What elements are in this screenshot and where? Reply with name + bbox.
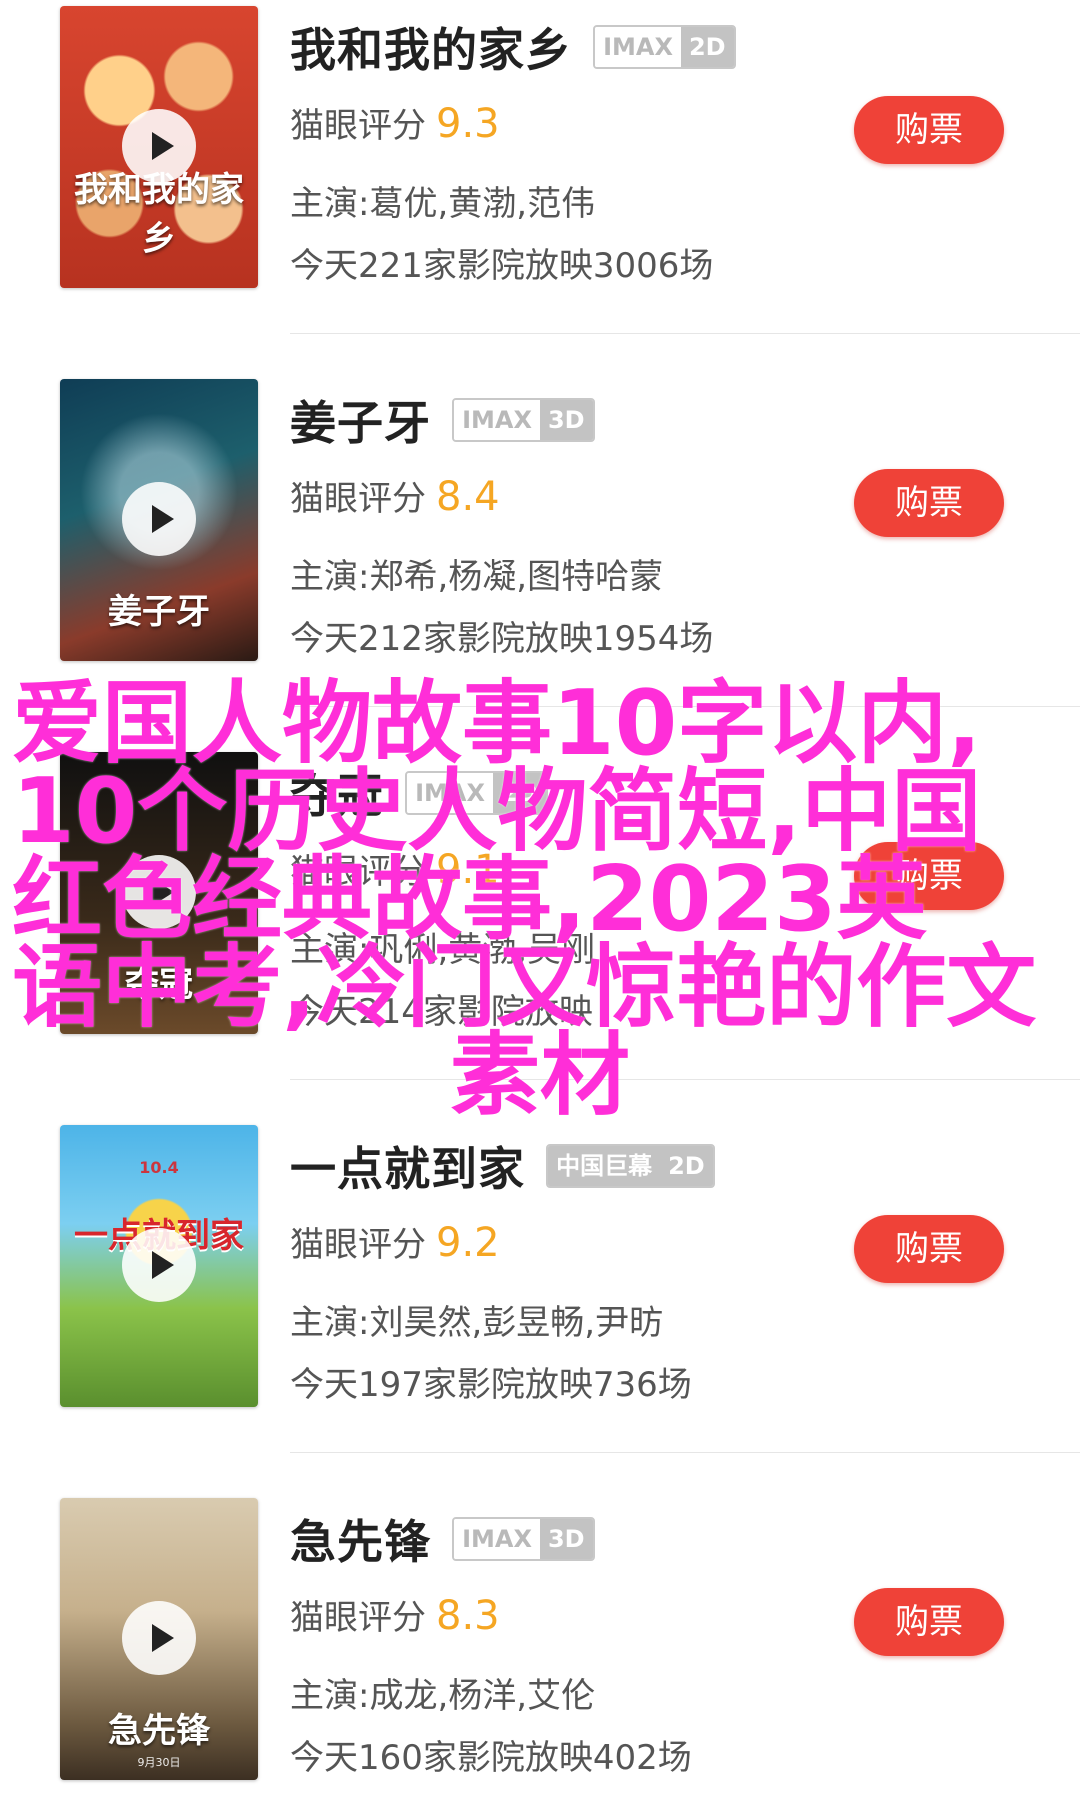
- schedule: 今天212家影院放映1954场: [290, 619, 714, 659]
- overlay-line: 红色经典故事,2023英: [12, 847, 927, 952]
- movie-poster[interactable]: 我和我的家乡: [60, 6, 258, 288]
- score-row: 猫眼评分 8.4: [290, 471, 500, 520]
- actors: 主演:刘昊然,彭昱畅,尹昉: [290, 1303, 664, 1343]
- movie-item[interactable]: 我和我的家乡 我和我的家乡 IMAX 2D 猫眼评分 9.3 主演:葛优,黄渤,范伟…: [0, 0, 1080, 373]
- movie-item[interactable]: 急先锋 9月30日 急先锋 IMAX 3D 猫眼评分 8.3 主演:成龙,杨洋,艾伦…: [0, 1492, 1080, 1793]
- score-label: 猫眼评分: [290, 479, 426, 519]
- movie-title: 我和我的家乡: [290, 23, 572, 77]
- buy-ticket-button[interactable]: 购票: [854, 1588, 1004, 1656]
- poster-title: 急先锋: [108, 1711, 210, 1751]
- score-label: 猫眼评分: [290, 1598, 426, 1638]
- format-badge: IMAX 3D: [452, 1517, 595, 1561]
- poster-date: 9月30日: [137, 1756, 181, 1769]
- format-badge: IMAX 2D: [593, 25, 736, 69]
- movie-title: 急先锋: [290, 1515, 431, 1569]
- overlay-headline: 爱国人物故事10字以内, 10个历史人物简短,中国 红色经典故事,2023英 语…: [0, 671, 1080, 1128]
- score-value: 9.2: [436, 1220, 500, 1266]
- overlay-line: 语中考,冷门又惊艳的作文: [12, 935, 1037, 1040]
- format-badge: IMAX 3D: [452, 398, 595, 442]
- score-label: 猫眼评分: [290, 1225, 426, 1265]
- buy-ticket-button[interactable]: 购票: [854, 1215, 1004, 1283]
- divider: [290, 333, 1080, 334]
- schedule: 今天160家影院放映402场: [290, 1738, 692, 1778]
- movie-title: 姜子牙: [290, 396, 431, 450]
- title-row: 一点就到家 中国巨幕 2D: [290, 1133, 715, 1196]
- overlay-line: 素材: [450, 1023, 630, 1128]
- play-icon[interactable]: [122, 109, 196, 183]
- divider: [290, 1452, 1080, 1453]
- poster-date: 10.4: [139, 1158, 179, 1177]
- score-value: 8.4: [436, 474, 500, 520]
- title-row: 姜子牙 IMAX 3D: [290, 387, 595, 450]
- buy-ticket-button[interactable]: 购票: [854, 96, 1004, 164]
- actors: 主演:成龙,杨洋,艾伦: [290, 1676, 596, 1716]
- score-label: 猫眼评分: [290, 106, 426, 146]
- actors: 主演:葛优,黄渤,范伟: [290, 184, 596, 224]
- schedule: 今天221家影院放映3006场: [290, 246, 714, 286]
- score-value: 8.3: [436, 1593, 500, 1639]
- overlay-line: 爱国人物故事10字以内,: [12, 671, 982, 776]
- poster-title: 姜子牙: [108, 592, 210, 632]
- movie-item[interactable]: 一点就到家 10.4 一点就到家 中国巨幕2D 猫眼评分9.2 主演:刘昊然,彭…: [0, 1119, 1080, 1492]
- score-value: 9.3: [436, 101, 500, 147]
- overlay-line: 10个历史人物简短,中国: [12, 759, 982, 864]
- score-row: 猫眼评分 8.3: [290, 1590, 500, 1639]
- score-row: 猫眼评分 9.3: [290, 98, 500, 147]
- format-badge: 中国巨幕 2D: [546, 1144, 715, 1188]
- movie-poster[interactable]: 一点就到家 10.4: [60, 1125, 258, 1407]
- play-icon[interactable]: [122, 482, 196, 556]
- movie-title: 一点就到家: [290, 1142, 525, 1196]
- play-icon[interactable]: [122, 1601, 196, 1675]
- schedule: 今天197家影院放映736场: [290, 1365, 692, 1405]
- score-row: 猫眼评分 9.2: [290, 1217, 500, 1266]
- title-row: 急先锋 IMAX 3D: [290, 1506, 595, 1569]
- title-row: 我和我的家乡 IMAX 2D: [290, 14, 736, 77]
- actors: 主演:郑希,杨凝,图特哈蒙: [290, 557, 664, 597]
- buy-ticket-button[interactable]: 购票: [854, 469, 1004, 537]
- movie-poster[interactable]: 急先锋 9月30日: [60, 1498, 258, 1780]
- movie-poster[interactable]: 姜子牙: [60, 379, 258, 661]
- play-icon[interactable]: [122, 1228, 196, 1302]
